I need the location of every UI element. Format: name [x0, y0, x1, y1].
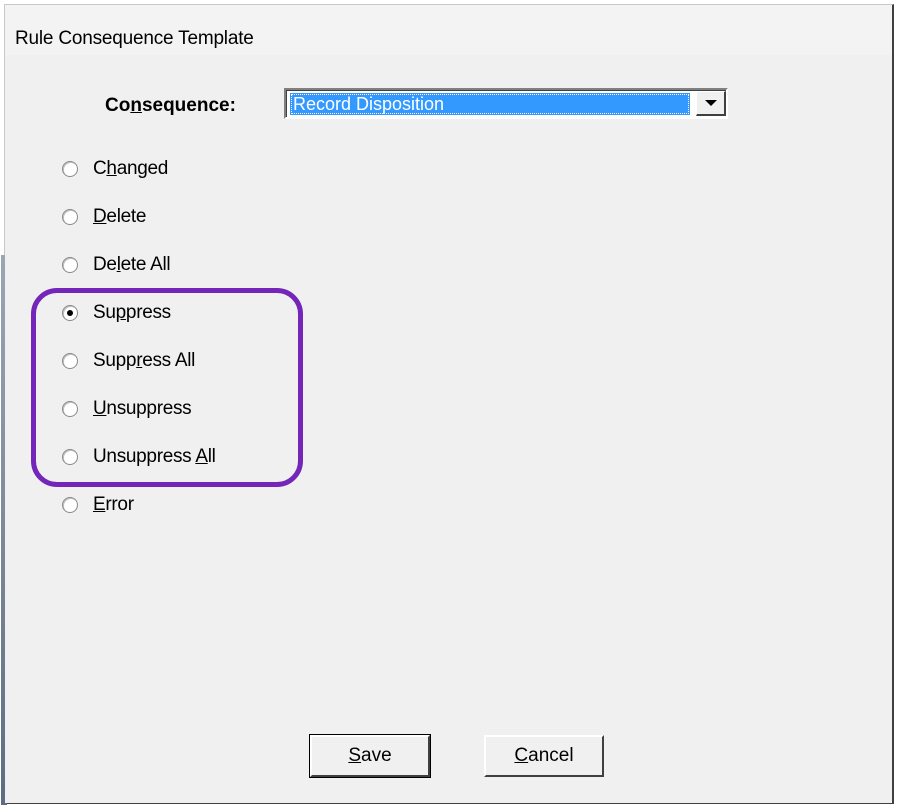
consequence-selected-value[interactable]: Record Disposition — [290, 93, 690, 115]
highlight-annotation — [31, 288, 303, 487]
consequence-dropdown[interactable]: Record Disposition — [284, 88, 728, 119]
window-title: Rule Consequence Template — [15, 28, 254, 49]
radio-button-changed[interactable] — [62, 161, 78, 177]
radio-label-error: Error — [93, 494, 134, 515]
radio-label-changed: Changed — [93, 158, 169, 179]
radio-label-delete: Delete — [93, 206, 147, 227]
radio-button-delete[interactable] — [62, 209, 78, 225]
consequence-label: Consequence: — [105, 95, 236, 116]
consequence-dropdown-field: Record Disposition — [286, 90, 726, 117]
dialog-content: Consequence: Record Disposition Changed … — [5, 55, 892, 803]
radio-option-delete-all[interactable]: Delete All — [62, 252, 171, 278]
radio-button-error[interactable] — [62, 497, 78, 513]
chevron-down-icon — [705, 100, 717, 106]
dropdown-button[interactable] — [696, 91, 726, 116]
radio-option-delete[interactable]: Delete — [62, 204, 146, 230]
radio-option-changed[interactable]: Changed — [62, 156, 168, 182]
cancel-button[interactable]: Cancel — [484, 735, 604, 777]
radio-label-delete-all: Delete All — [93, 254, 171, 275]
dialog-window: Rule Consequence Template Consequence: R… — [1, 4, 894, 805]
radio-button-delete-all[interactable] — [62, 257, 78, 273]
radio-option-error[interactable]: Error — [62, 492, 134, 518]
title-bar: Rule Consequence Template — [5, 5, 892, 55]
save-button[interactable]: Save — [309, 734, 431, 778]
